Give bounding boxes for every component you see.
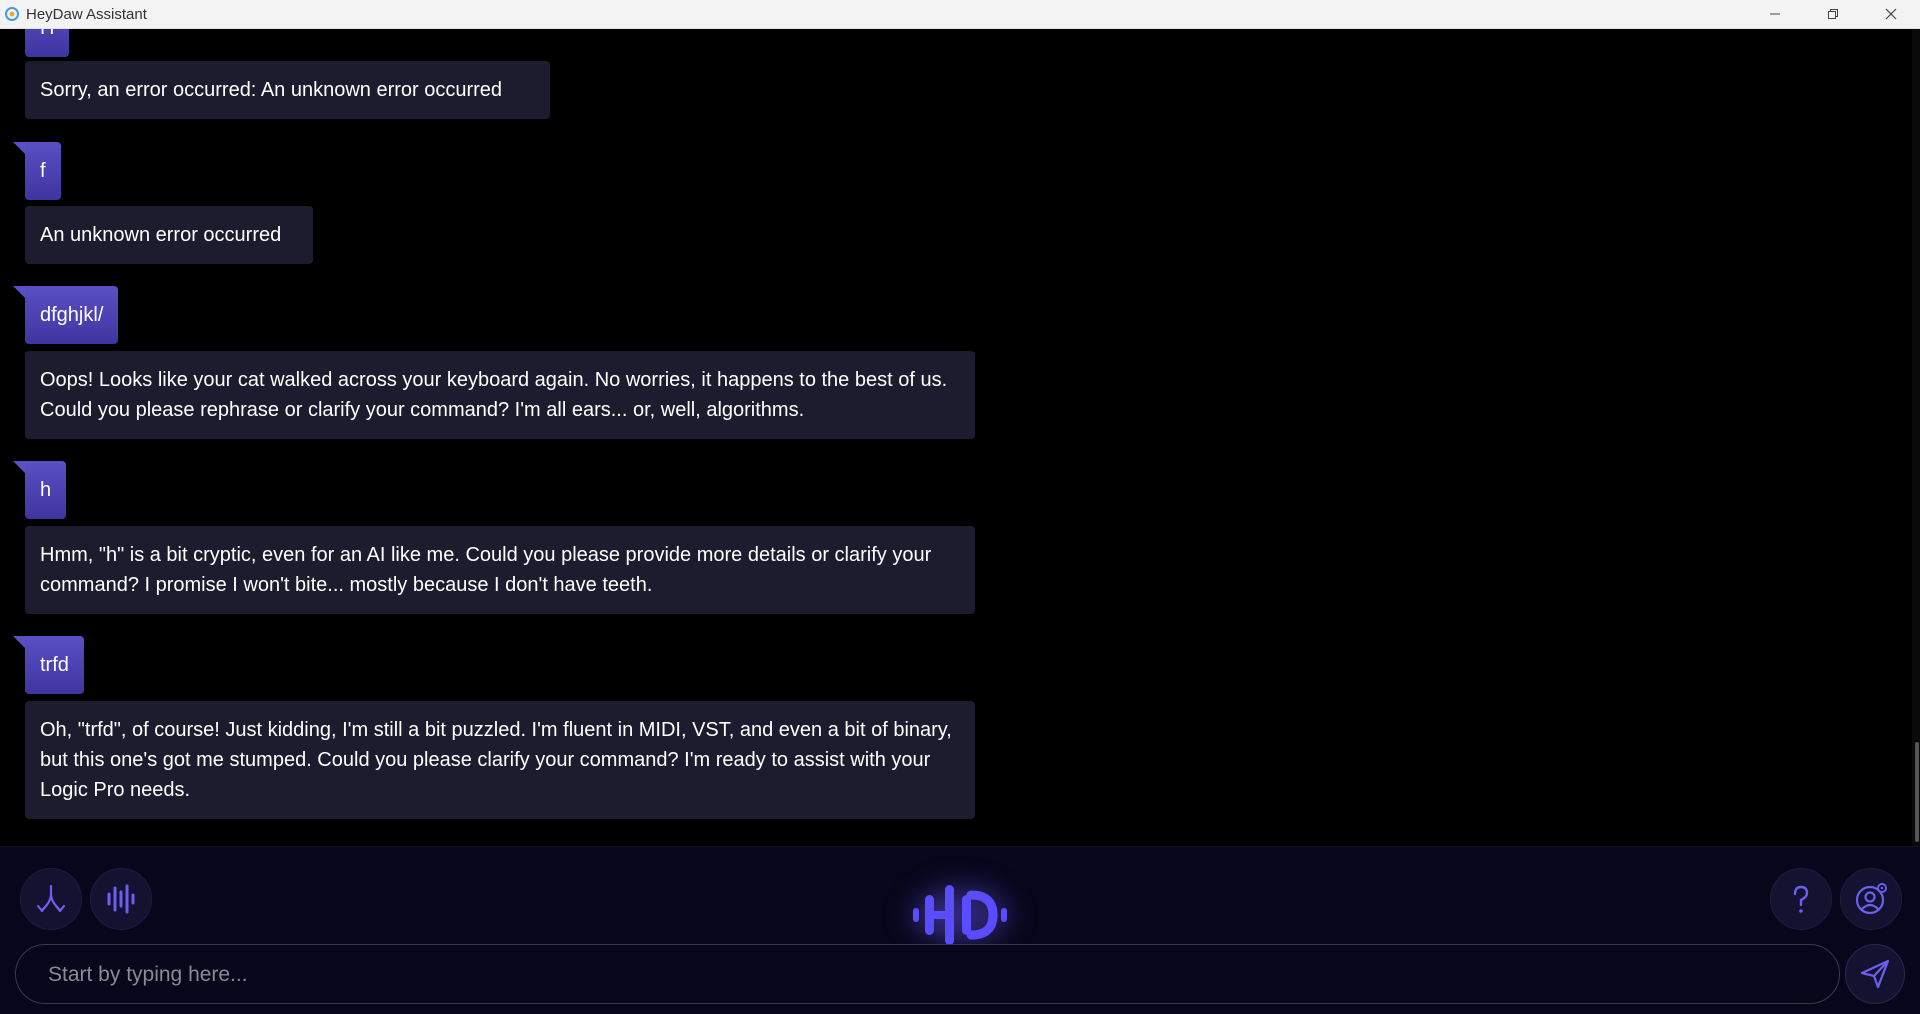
title-bar: HeyDaw Assistant	[0, 0, 1920, 29]
assistant-message: Hmm, "h" is a bit cryptic, even for an A…	[25, 526, 975, 614]
message-input[interactable]	[46, 945, 1810, 1005]
restore-button[interactable]	[1804, 0, 1862, 28]
assistant-message-text: Oh, "trfd", of course! Just kidding, I'm…	[40, 719, 952, 801]
send-icon	[1860, 959, 1890, 989]
assistant-message: Sorry, an error occurred: An unknown err…	[25, 61, 550, 119]
assistant-message: Oh, "trfd", of course! Just kidding, I'm…	[25, 701, 975, 819]
assistant-message-text: Sorry, an error occurred: An unknown err…	[40, 79, 503, 101]
user-message-text: f	[40, 159, 46, 182]
message-input-container	[15, 944, 1840, 1005]
user-message-text: h	[40, 478, 52, 501]
minimize-icon	[1770, 13, 1780, 15]
chat-history[interactable]: H Sorry, an error occurred: An unknown e…	[0, 29, 1912, 846]
user-message: dfghjkl/	[12, 286, 119, 344]
app-logo-icon	[5, 7, 19, 21]
user-message-text: H	[40, 29, 54, 40]
waveform-icon	[107, 884, 135, 914]
voice-button[interactable]	[90, 868, 152, 930]
scrollbar-thumb[interactable]	[1915, 742, 1919, 842]
assistant-message: An unknown error occurred	[25, 206, 313, 264]
user-message: h	[12, 461, 67, 519]
user-message-text: dfghjkl/	[40, 303, 104, 326]
bottom-toolbar	[0, 846, 1920, 1014]
send-button[interactable]	[1845, 944, 1905, 1004]
minimize-button[interactable]	[1746, 0, 1804, 28]
close-icon	[1885, 8, 1897, 20]
heydaw-logo-icon	[913, 885, 1007, 945]
assistant-message-text: An unknown error occurred	[40, 224, 282, 246]
close-button[interactable]	[1862, 0, 1920, 28]
user-message: f	[13, 142, 61, 200]
restore-icon	[1828, 9, 1838, 19]
help-icon	[1793, 885, 1809, 913]
merge-arrows-icon	[36, 884, 66, 913]
assistant-message-text: Oops! Looks like your cat walked across …	[40, 369, 948, 421]
help-button[interactable]	[1770, 868, 1832, 930]
user-message-text: trfd	[40, 653, 69, 676]
window-controls	[1746, 0, 1920, 28]
user-settings-button[interactable]	[1840, 868, 1902, 930]
window-title: HeyDaw Assistant	[26, 5, 147, 23]
merge-button[interactable]	[20, 868, 82, 930]
user-message: H	[25, 29, 70, 57]
assistant-message: Oops! Looks like your cat walked across …	[25, 351, 975, 439]
user-settings-icon	[1855, 883, 1887, 915]
user-message: trfd	[13, 636, 84, 694]
chat-scrollbar[interactable]	[1912, 29, 1920, 846]
assistant-message-text: Hmm, "h" is a bit cryptic, even for an A…	[40, 544, 932, 596]
